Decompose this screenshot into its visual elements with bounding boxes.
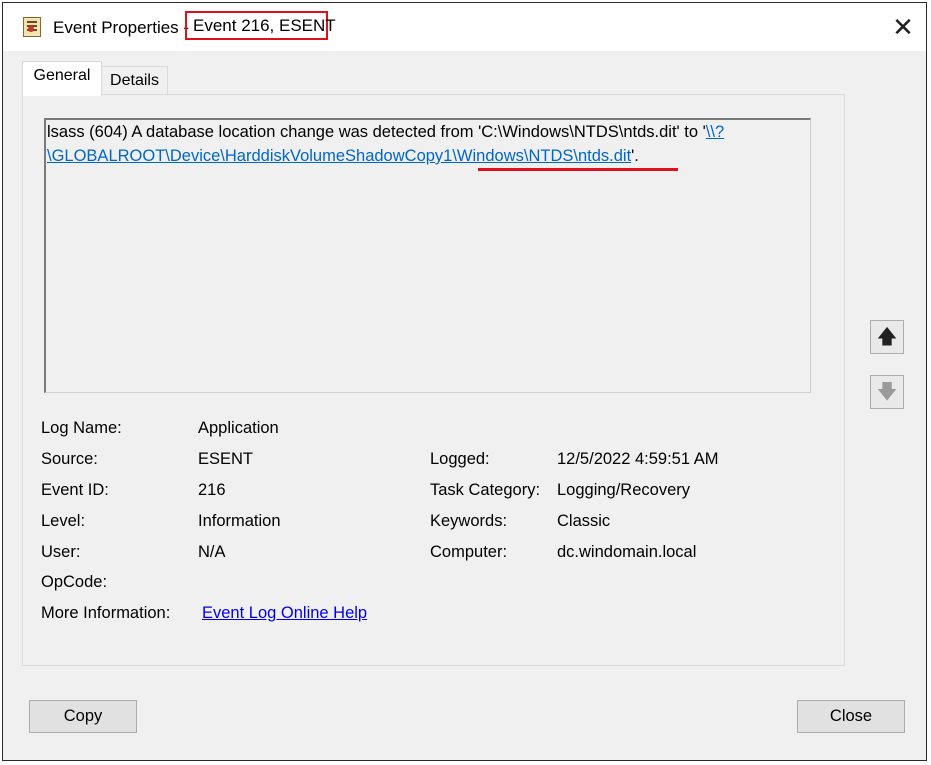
description-tail: '. bbox=[631, 147, 639, 165]
user-label: User: bbox=[41, 543, 81, 561]
path-link-start[interactable]: \\? bbox=[706, 123, 724, 141]
description-line-1: lsass (604) A database location change w… bbox=[47, 123, 724, 142]
annotation-underline bbox=[478, 168, 678, 171]
tab-details[interactable]: Details bbox=[101, 66, 168, 95]
tab-general[interactable]: General bbox=[22, 61, 102, 96]
window-title: Event Properties - bbox=[53, 18, 190, 37]
log-name-label: Log Name: bbox=[41, 419, 122, 437]
keywords-label: Keywords: bbox=[430, 512, 508, 530]
log-name-value: Application bbox=[198, 419, 279, 437]
opcode-label: OpCode: bbox=[41, 573, 108, 591]
close-icon[interactable]: ✕ bbox=[887, 11, 919, 43]
user-value: N/A bbox=[198, 543, 226, 561]
logged-value: 12/5/2022 4:59:51 AM bbox=[557, 450, 719, 468]
copy-button[interactable]: Copy bbox=[29, 700, 137, 733]
task-category-value: Logging/Recovery bbox=[557, 481, 690, 499]
level-value: Information bbox=[198, 512, 281, 530]
close-button[interactable]: Close bbox=[797, 700, 905, 733]
computer-value: dc.windomain.local bbox=[557, 543, 697, 561]
source-label: Source: bbox=[41, 450, 98, 468]
source-value: ESENT bbox=[198, 450, 254, 468]
description-line-2: \GLOBALROOT\Device\HarddiskVolumeShadowC… bbox=[47, 147, 639, 166]
level-label: Level: bbox=[41, 512, 86, 530]
path-link[interactable]: \GLOBALROOT\Device\HarddiskVolumeShadowC… bbox=[47, 147, 631, 165]
more-information-label: More Information: bbox=[41, 604, 171, 622]
logged-label: Logged: bbox=[430, 450, 490, 468]
event-log-online-help-link[interactable]: Event Log Online Help bbox=[202, 604, 367, 623]
arrow-up-icon: 🡅 bbox=[876, 326, 898, 348]
previous-event-button[interactable]: 🡅 bbox=[870, 320, 904, 354]
task-category-label: Task Category: bbox=[430, 481, 541, 499]
event-id-value: 216 bbox=[198, 481, 226, 499]
computer-label: Computer: bbox=[430, 543, 508, 561]
next-event-button[interactable]: 🡇 bbox=[870, 375, 904, 409]
arrow-down-icon: 🡇 bbox=[876, 381, 898, 403]
title-bar: Event Properties - ✕ bbox=[3, 3, 926, 51]
event-viewer-icon bbox=[23, 17, 41, 37]
description-text: lsass (604) A database location change w… bbox=[47, 123, 706, 141]
keywords-value: Classic bbox=[557, 512, 611, 530]
title-event-highlight: Event 216, ESENT bbox=[185, 11, 336, 40]
event-id-label: Event ID: bbox=[41, 481, 109, 499]
